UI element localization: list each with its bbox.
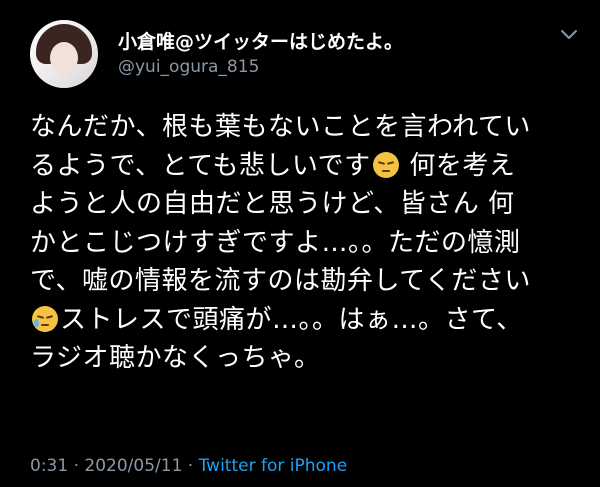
footer-separator: ·: [187, 456, 194, 476]
tweet-line: るようで、とても悲しいです 何を考え: [30, 147, 570, 186]
pensive-face-emoji-icon: [372, 151, 399, 178]
tweet-text-segment: かとこじつけすぎですよ…。。ただの憶測: [30, 227, 521, 258]
tweet-text-segment: ストレスで頭痛が…。。はぁ…。さて、: [60, 304, 523, 335]
tweet-text-segment: 何を考え: [400, 150, 516, 181]
tweet-line: なんだか、根も葉もないことを言われてい: [30, 108, 570, 147]
tweet-text-segment: で、嘘の情報を流すのは勘弁してください: [30, 266, 531, 296]
tweet-line: で、嘘の情報を流すのは勘弁してください: [30, 262, 570, 301]
display-name[interactable]: 小倉唯@ツイッターはじめたよ。: [118, 27, 403, 54]
tweet-line: かとこじつけすぎですよ…。。ただの憶測: [30, 224, 570, 263]
tweet-source-link[interactable]: Twitter for iPhone: [199, 456, 348, 476]
tweet-text-segment: なんだか、根も葉もないことを言われてい: [30, 112, 531, 142]
sad-but-relieved-face-emoji-icon: [32, 305, 58, 332]
avatar[interactable]: [30, 20, 98, 88]
footer-separator: ·: [73, 456, 79, 476]
tweet-footer: 0:31 · 2020/05/11 · Twitter for iPhone: [30, 456, 347, 476]
user-handle[interactable]: @yui_ogura_815: [118, 57, 259, 77]
tweet-card: 小倉唯@ツイッターはじめたよ。 @yui_ogura_815 なんだか、根も葉も…: [0, 0, 600, 487]
tweet-text: なんだか、根も葉もないことを言われてい るようで、とても悲しいです 何を考え よ…: [30, 108, 570, 378]
tweet-date[interactable]: 2020/05/11: [84, 456, 182, 476]
tweet-time[interactable]: 0:31: [30, 456, 68, 476]
chevron-down-icon[interactable]: [560, 28, 578, 42]
tweet-line: ラジオ聴かなくっちゃ。: [30, 339, 570, 378]
avatar-face: [50, 42, 78, 74]
tweet-line: ストレスで頭痛が…。。はぁ…。さて、: [30, 301, 570, 340]
tweet-line: ようと人の自由だと思うけど、皆さん 何: [30, 185, 570, 224]
tweet-text-segment: ようと人の自由だと思うけど、皆さん 何: [30, 189, 515, 219]
tweet-text-segment: るようで、とても悲しいです: [30, 150, 371, 181]
tweet-text-segment: ラジオ聴かなくっちゃ。: [30, 343, 321, 373]
